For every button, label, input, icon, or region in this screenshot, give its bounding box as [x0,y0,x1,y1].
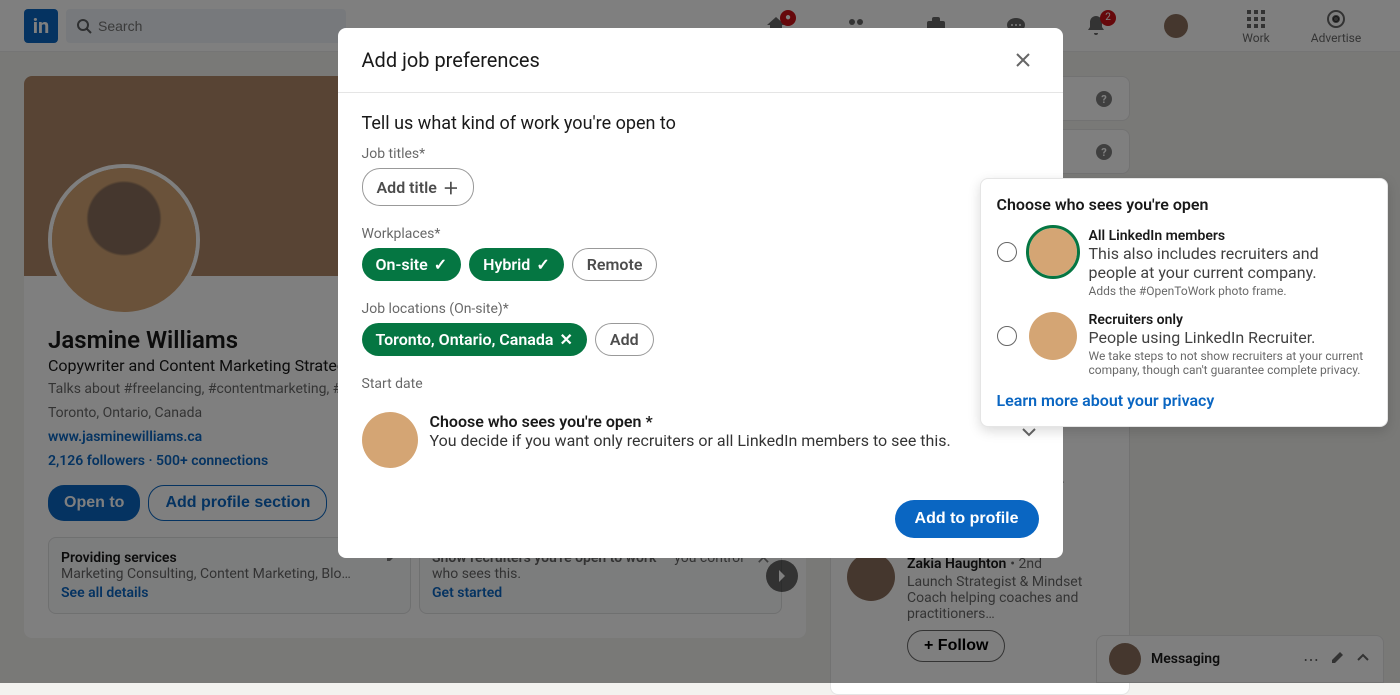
close-button[interactable] [1007,44,1039,76]
option-desc: People using LinkedIn Recruiter. [1089,328,1371,347]
job-titles-label: Job titles* [362,146,1039,162]
workplace-hybrid-chip[interactable]: Hybrid ✓ [469,248,564,281]
avatar-icon [1029,312,1077,360]
add-location-chip[interactable]: Add [595,323,654,356]
option-recruiters-only[interactable]: Recruiters only People using LinkedIn Re… [997,312,1371,377]
audience-selector[interactable]: Choose who sees you're open * You decide… [362,412,1039,468]
option-title: All LinkedIn members [1089,228,1371,244]
workplaces-label: Workplaces* [362,226,1039,242]
close-icon[interactable]: ✕ [560,330,573,349]
option-title: Recruiters only [1089,312,1371,328]
option-all-members[interactable]: All LinkedIn members This also includes … [997,228,1371,298]
visibility-popover: Choose who sees you're open All LinkedIn… [980,178,1388,427]
learn-more-link[interactable]: Learn more about your privacy [997,391,1215,410]
location-chip[interactable]: Toronto, Ontario, Canada ✕ [362,323,587,356]
workplace-onsite-chip[interactable]: On-site ✓ [362,248,462,281]
modal-subheading: Tell us what kind of work you're open to [362,113,1039,134]
radio-input[interactable] [997,242,1017,262]
option-note: We take steps to not show recruiters at … [1089,349,1371,377]
add-title-chip[interactable]: Add title ＋ [362,168,474,206]
option-note: Adds the #OpenToWork photo frame. [1089,284,1371,298]
workplace-remote-chip[interactable]: Remote [572,248,658,281]
plus-icon: ＋ [443,175,459,199]
modal-overlay: Add job preferences Tell us what kind of… [0,0,1400,683]
check-icon: ✓ [536,255,549,274]
popover-title: Choose who sees you're open [997,195,1371,214]
radio-input[interactable] [997,326,1017,346]
start-date-label: Start date [362,376,1039,392]
audience-title: Choose who sees you're open * [430,412,1007,431]
audience-subtitle: You decide if you want only recruiters o… [430,431,1007,450]
check-icon: ✓ [434,255,447,274]
modal-title: Add job preferences [362,48,540,72]
avatar-open-to-work-icon [1029,228,1077,276]
avatar-icon [362,412,418,468]
add-to-profile-button[interactable]: Add to profile [895,500,1039,538]
job-preferences-modal: Add job preferences Tell us what kind of… [338,28,1063,558]
locations-label: Job locations (On-site)* [362,301,1039,317]
option-desc: This also includes recruiters and people… [1089,244,1371,282]
